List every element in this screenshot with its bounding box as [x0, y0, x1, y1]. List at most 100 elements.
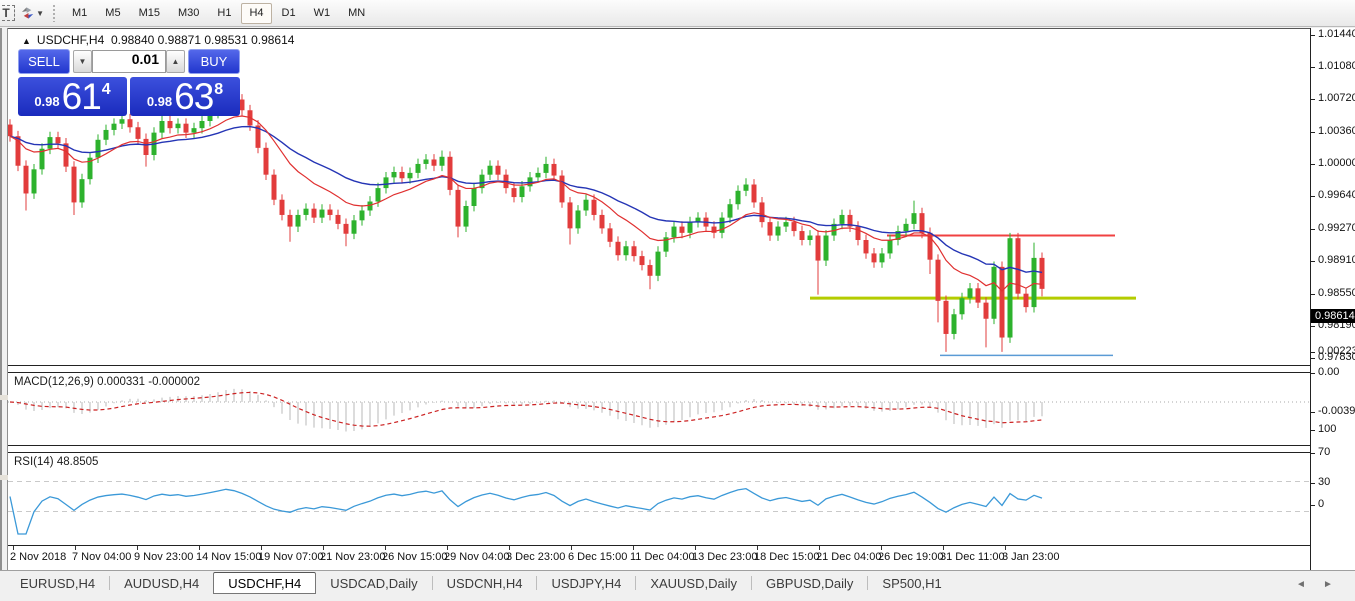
time-tick: [137, 546, 138, 550]
sell-price-box[interactable]: 0.98 61 4: [18, 77, 127, 116]
timeframe-button-mn[interactable]: MN: [340, 3, 373, 24]
time-label: 26 Nov 15:00: [382, 551, 447, 563]
tab-scroll-left-icon[interactable]: ◄: [1295, 579, 1307, 591]
scale-tick-dash: [1311, 358, 1315, 359]
chart-tab-usdchf[interactable]: USDCHF,H4: [213, 572, 316, 594]
rsi-indicator-pane[interactable]: RSI(14) 48.8505: [8, 452, 1310, 546]
volume-decrease-button[interactable]: ▼: [73, 50, 92, 73]
scale-tick-dash: [1311, 412, 1315, 413]
macd-chart[interactable]: [8, 373, 1310, 445]
volume-increase-button[interactable]: ▲: [166, 50, 185, 73]
price-tick-1.00720: 1.00720: [1318, 92, 1355, 104]
scale-tick-dash: [1311, 505, 1315, 506]
time-label: 9 Nov 23:00: [134, 551, 193, 563]
window-left-border[interactable]: [0, 28, 8, 570]
sell-price-pip: 4: [102, 81, 111, 99]
scale-tick-dash: [1311, 164, 1315, 165]
mt4-application: T ▼ M1M5M15M30H1H4D1W1MN ▲ USDCHF,H4 0.98…: [0, 0, 1355, 601]
rsi-tick-0: 0: [1318, 498, 1324, 510]
scale-tick-dash: [1311, 483, 1315, 484]
timeframe-button-m30[interactable]: M30: [170, 3, 207, 24]
chart-ohlc-header: ▲ USDCHF,H4 0.98840 0.98871 0.98531 0.986…: [22, 33, 294, 47]
time-tick: [261, 546, 262, 550]
dropdown-caret-icon[interactable]: ▼: [36, 9, 44, 18]
time-label: 14 Nov 15:00: [196, 551, 261, 563]
volume-input[interactable]: 0.01: [92, 50, 166, 73]
scale-tick-dash: [1311, 99, 1315, 100]
timeframe-button-h1[interactable]: H1: [209, 3, 239, 24]
rsi-label: RSI(14) 48.8505: [14, 456, 98, 468]
scale-tick-dash: [1311, 373, 1315, 374]
scale-tick-dash: [1311, 453, 1315, 454]
scale-tick-dash: [1311, 132, 1315, 133]
scale-tick-dash: [1311, 294, 1315, 295]
buy-price-box[interactable]: 0.98 63 8: [130, 77, 240, 116]
sell-price-digits: 61: [62, 81, 101, 113]
arrange-arrows-icon[interactable]: ▼: [20, 3, 44, 24]
macd-label: MACD(12,26,9) 0.000331 -0.000002: [14, 376, 200, 388]
timeframe-button-m15[interactable]: M15: [131, 3, 168, 24]
diamond-arrows-icon: [20, 5, 35, 21]
chart-ohlc-values: 0.98840 0.98871 0.98531 0.98614: [111, 33, 295, 47]
time-label: 19 Nov 07:00: [258, 551, 323, 563]
chart-tab-eurusd[interactable]: EURUSD,H4: [6, 572, 109, 594]
collapse-triangle-icon[interactable]: ▲: [22, 36, 31, 46]
toolbar-grip[interactable]: [52, 4, 57, 22]
buy-price-pip: 8: [214, 81, 223, 99]
price-scale[interactable]: 1.014401.010801.007201.003601.000000.996…: [1310, 28, 1355, 570]
chart-window: ▲ USDCHF,H4 0.98840 0.98871 0.98531 0.986…: [0, 28, 1355, 570]
macd-indicator-pane[interactable]: MACD(12,26,9) 0.000331 -0.000002: [8, 372, 1310, 446]
scale-tick-dash: [1311, 229, 1315, 230]
time-label: 7 Nov 04:00: [72, 551, 131, 563]
scale-tick-dash: [1311, 261, 1315, 262]
rsi-chart[interactable]: [8, 453, 1310, 545]
chart-tab-usdcnh[interactable]: USDCNH,H4: [433, 572, 537, 594]
macd-tick-bottom: -0.003901: [1318, 405, 1355, 417]
time-label: 29 Nov 04:00: [444, 551, 509, 563]
time-tick: [571, 546, 572, 550]
time-label: 13 Dec 23:00: [692, 551, 757, 563]
timeframe-button-d1[interactable]: D1: [274, 3, 304, 24]
one-click-trading-panel: SELL ▼ 0.01 ▲ BUY 0.98 61 4 0.98 63 8: [18, 49, 240, 116]
time-tick: [75, 546, 76, 550]
time-label: 3 Jan 23:00: [1002, 551, 1060, 563]
timeframe-button-m1[interactable]: M1: [64, 3, 95, 24]
time-label: 6 Dec 15:00: [568, 551, 627, 563]
rsi-tick-30: 30: [1318, 476, 1330, 488]
time-axis[interactable]: 2 Nov 20187 Nov 04:009 Nov 23:0014 Nov 1…: [8, 546, 1310, 570]
chart-tab-xauusd[interactable]: XAUUSD,Daily: [636, 572, 751, 594]
time-label: 11 Dec 04:00: [630, 551, 695, 563]
macd-tick-zero: 0.00: [1318, 366, 1339, 378]
buy-button[interactable]: BUY: [188, 49, 240, 74]
tab-scroll-right-icon[interactable]: ►: [1322, 579, 1334, 591]
main-price-pane[interactable]: ▲ USDCHF,H4 0.98840 0.98871 0.98531 0.986…: [8, 28, 1310, 366]
timeframe-button-h4[interactable]: H4: [241, 3, 271, 24]
scale-tick-dash: [1311, 352, 1315, 353]
scale-tick-dash: [1311, 67, 1315, 68]
top-toolbar: T ▼ M1M5M15M30H1H4D1W1MN: [0, 0, 1355, 27]
sell-price-prefix: 0.98: [34, 94, 59, 109]
time-tick: [1005, 546, 1006, 550]
chart-tab-usdjpy[interactable]: USDJPY,H4: [537, 572, 635, 594]
time-tick: [447, 546, 448, 550]
time-label: 21 Dec 04:00: [816, 551, 881, 563]
sell-button[interactable]: SELL: [18, 49, 70, 74]
time-tick: [385, 546, 386, 550]
price-tick-0.98910: 0.98910: [1318, 254, 1355, 266]
chart-tab-gbpusd[interactable]: GBPUSD,Daily: [752, 572, 867, 594]
chart-title: USDCHF,H4: [37, 33, 104, 47]
chart-tabs: EURUSD,H4AUDUSD,H4USDCHF,H4USDCAD,DailyU…: [6, 572, 956, 594]
price-tick-0.98550: 0.98550: [1318, 287, 1355, 299]
buy-price-prefix: 0.98: [147, 94, 172, 109]
chart-tab-audusd[interactable]: AUDUSD,H4: [110, 572, 213, 594]
time-label: 21 Nov 23:00: [320, 551, 385, 563]
timeframe-button-w1[interactable]: W1: [306, 3, 339, 24]
time-label: 3 Dec 23:00: [506, 551, 565, 563]
text-label-tool-icon[interactable]: T: [0, 3, 18, 24]
rsi-tick-70: 70: [1318, 446, 1330, 458]
chart-tab-sp500[interactable]: SP500,H1: [868, 572, 955, 594]
time-label: 26 Dec 19:00: [878, 551, 943, 563]
timeframe-button-m5[interactable]: M5: [97, 3, 128, 24]
scale-tick-dash: [1311, 430, 1315, 431]
chart-tab-usdcad[interactable]: USDCAD,Daily: [316, 572, 431, 594]
